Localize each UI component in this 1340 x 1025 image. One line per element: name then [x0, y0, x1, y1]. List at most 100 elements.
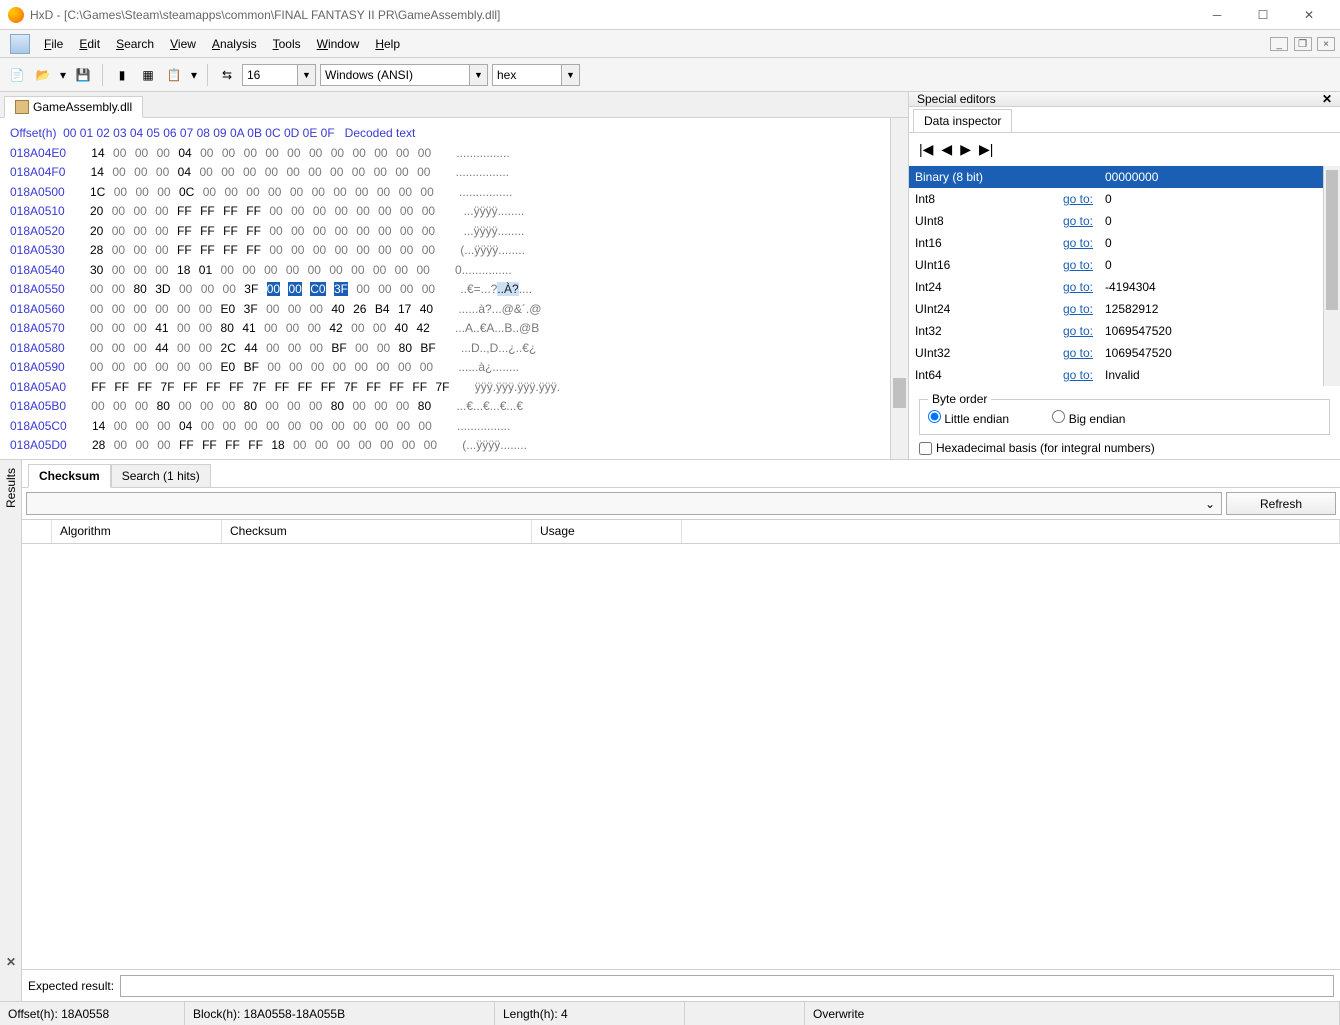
data-inspector-tab[interactable]: Data inspector	[913, 109, 1012, 132]
maximize-button[interactable]: ☐	[1240, 0, 1286, 30]
statusbar: Offset(h): 18A0558 Block(h): 18A0558-18A…	[0, 1001, 1340, 1025]
mdi-restore-icon[interactable]: ❐	[1294, 37, 1312, 51]
col-checksum[interactable]: Checksum	[222, 520, 532, 543]
expected-result-input[interactable]	[120, 975, 1334, 997]
close-button[interactable]: ✕	[1286, 0, 1332, 30]
copy-button[interactable]: ▦	[137, 64, 159, 86]
inspector-goto[interactable]: go to:	[1049, 276, 1099, 298]
col-usage[interactable]: Usage	[532, 520, 682, 543]
menu-view[interactable]: View	[162, 33, 204, 55]
checksum-algo-dropdown[interactable]: ⌄	[26, 492, 1222, 515]
results-tabs: Checksum Search (1 hits)	[22, 460, 1340, 488]
menu-window[interactable]: Window	[309, 33, 368, 55]
file-tab[interactable]: GameAssembly.dll	[4, 96, 143, 118]
inspector-goto[interactable]: go to:	[1049, 254, 1099, 276]
menubar: File Edit Search View Analysis Tools Win…	[0, 30, 1340, 58]
menu-search[interactable]: Search	[108, 33, 162, 55]
inspector-row[interactable]: UInt16go to:0	[909, 254, 1323, 276]
panel-close-button[interactable]: ✕	[1322, 92, 1332, 106]
hex-editor-pane: GameAssembly.dll Offset(h) 00 01 02 03 0…	[0, 92, 909, 459]
vertical-scrollbar[interactable]	[890, 118, 908, 459]
expected-result-label: Expected result:	[28, 979, 114, 993]
inspector-goto[interactable]: go to:	[1049, 232, 1099, 254]
open-button[interactable]: 📂	[32, 64, 54, 86]
menu-edit[interactable]: Edit	[71, 33, 108, 55]
col-spacer	[682, 520, 1340, 543]
inspector-row[interactable]: Int24go to:-4194304	[909, 276, 1323, 298]
menu-help[interactable]: Help	[367, 33, 408, 55]
bytes-per-row-combo[interactable]: ▼	[242, 64, 316, 86]
encoding-input[interactable]	[320, 64, 470, 86]
col-spacer	[22, 520, 52, 543]
paste-button[interactable]: 📋	[163, 64, 185, 86]
col-algorithm[interactable]: Algorithm	[52, 520, 222, 543]
results-close-button[interactable]: ✕	[6, 955, 16, 969]
next-button[interactable]: ▶	[960, 141, 971, 158]
inspector-row[interactable]: UInt32go to:1069547520	[909, 342, 1323, 364]
save-button[interactable]: 💾	[72, 64, 94, 86]
toolbar: 📄 📂 ▾ 💾 ▮ ▦ 📋 ▾ ⇆ ▼ ▼ ▼	[0, 58, 1340, 92]
inspector-row[interactable]: Int8go to:0	[909, 188, 1323, 210]
inspector-row[interactable]: UInt8go to:0	[909, 210, 1323, 232]
hex-basis-label: Hexadecimal basis (for integral numbers)	[936, 441, 1155, 455]
inspector-row[interactable]: Int16go to:0	[909, 232, 1323, 254]
dropdown-arrow-icon[interactable]: ▼	[562, 64, 580, 86]
mdi-minimize-icon[interactable]: _	[1270, 37, 1288, 51]
last-button[interactable]: ▶|	[979, 141, 993, 158]
results-list[interactable]	[22, 544, 1340, 969]
inspector-row[interactable]: UInt24go to:12582912	[909, 298, 1323, 320]
big-endian-radio[interactable]: Big endian	[1052, 412, 1125, 426]
byte-order-legend: Byte order	[928, 392, 991, 406]
scrollbar-thumb[interactable]	[893, 378, 906, 408]
open-dropdown[interactable]: ▾	[58, 64, 68, 86]
prev-button[interactable]: ◀	[941, 141, 952, 158]
hex-basis-input[interactable]	[919, 442, 932, 455]
new-button[interactable]: 📄	[6, 64, 28, 86]
first-button[interactable]: |◀	[919, 141, 933, 158]
mdi-icon[interactable]	[10, 34, 30, 54]
mdi-close-icon[interactable]: ×	[1317, 37, 1335, 51]
inspector-goto[interactable]: go to:	[1049, 188, 1099, 210]
base-input[interactable]	[492, 64, 562, 86]
inspector-goto[interactable]: go to:	[1049, 364, 1099, 386]
minimize-button[interactable]: ─	[1194, 0, 1240, 30]
panel-tabs: Data inspector	[909, 107, 1340, 133]
hex-content[interactable]: Offset(h) 00 01 02 03 04 05 06 07 08 09 …	[0, 118, 890, 459]
paste-dropdown[interactable]: ▾	[189, 64, 199, 86]
inspector-row[interactable]: Binary (8 bit)00000000	[909, 166, 1323, 188]
status-offset: Offset(h): 18A0558	[0, 1002, 185, 1025]
status-block: Block(h): 18A0558-18A055B	[185, 1002, 495, 1025]
little-endian-radio[interactable]: Little endian	[928, 412, 1009, 426]
menu-file[interactable]: File	[36, 33, 71, 55]
file-tab-label: GameAssembly.dll	[33, 100, 132, 114]
search-tab[interactable]: Search (1 hits)	[111, 464, 211, 488]
workspace: GameAssembly.dll Offset(h) 00 01 02 03 0…	[0, 92, 1340, 1001]
inspector-goto[interactable]: go to:	[1049, 320, 1099, 342]
hex-basis-checkbox[interactable]: Hexadecimal basis (for integral numbers)	[909, 437, 1340, 459]
app-icon	[8, 7, 24, 23]
encoding-combo[interactable]: ▼	[320, 64, 488, 86]
menu-analysis[interactable]: Analysis	[204, 33, 265, 55]
inspector-scrollbar[interactable]	[1323, 166, 1340, 386]
byte-order-group: Byte order Little endian Big endian	[909, 386, 1340, 437]
refresh-button[interactable]: Refresh	[1226, 492, 1336, 515]
inspector-goto[interactable]: go to:	[1049, 298, 1099, 320]
expected-result-row: Expected result:	[22, 969, 1340, 1001]
inspector-type: Int24	[909, 276, 1049, 298]
dropdown-arrow-icon[interactable]: ▼	[298, 64, 316, 86]
cut-button[interactable]: ▮	[111, 64, 133, 86]
inspector-value: 00000000	[1099, 166, 1323, 188]
dropdown-arrow-icon[interactable]: ▼	[470, 64, 488, 86]
inspector-goto[interactable]: go to:	[1049, 210, 1099, 232]
inspector-row[interactable]: Int32go to:1069547520	[909, 320, 1323, 342]
inspector-row[interactable]: Int64go to:Invalid	[909, 364, 1323, 386]
menu-tools[interactable]: Tools	[265, 33, 309, 55]
checksum-tab[interactable]: Checksum	[28, 464, 111, 488]
results-toolbar: ⌄ Refresh	[22, 488, 1340, 520]
inspector-goto[interactable]: go to:	[1049, 342, 1099, 364]
inspector-value: 0	[1099, 210, 1323, 232]
base-combo[interactable]: ▼	[492, 64, 580, 86]
scrollbar-thumb[interactable]	[1326, 170, 1338, 310]
bytes-per-row-input[interactable]	[242, 64, 298, 86]
inspector-type: Int16	[909, 232, 1049, 254]
